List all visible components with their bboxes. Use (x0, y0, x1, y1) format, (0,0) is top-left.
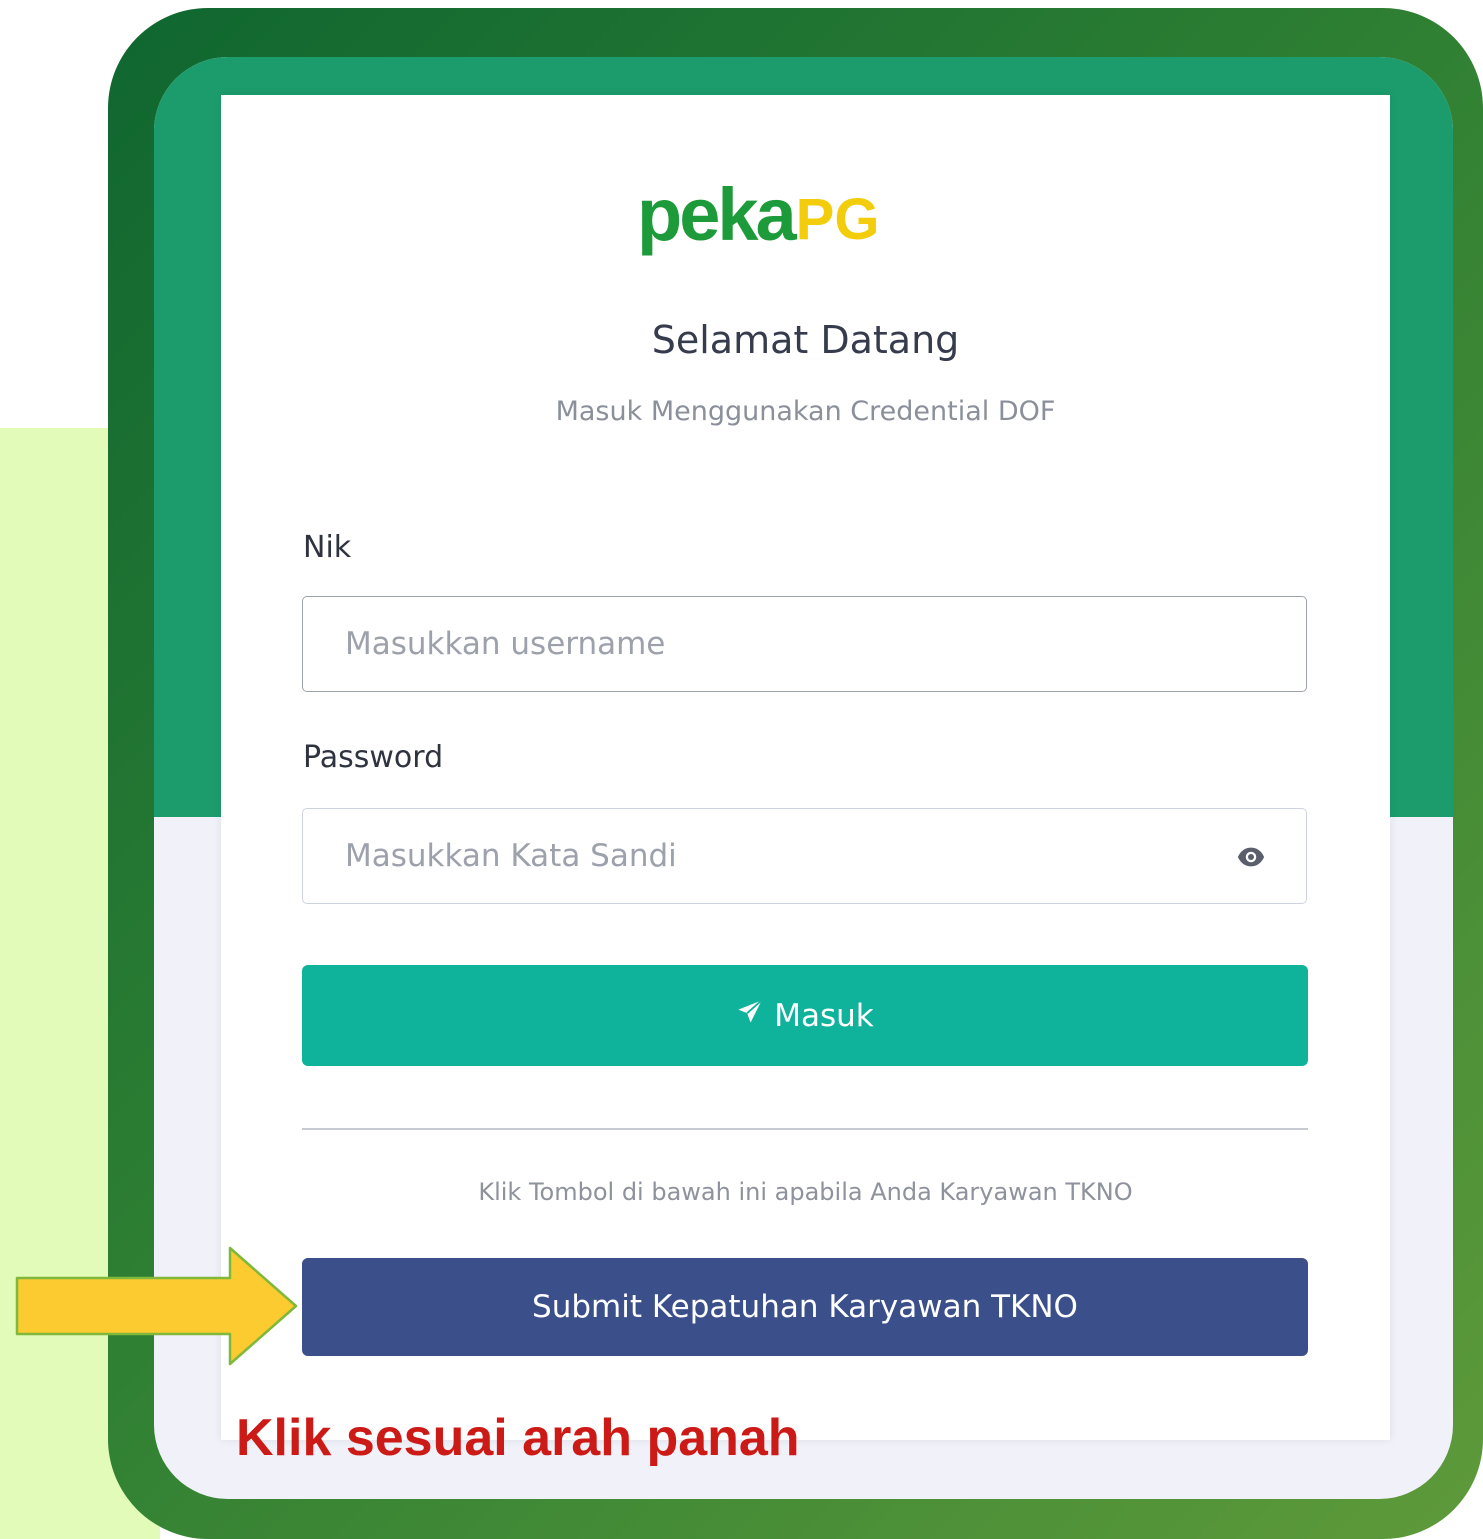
nik-input[interactable] (302, 596, 1307, 692)
submit-tkno-button[interactable]: Submit Kepatuhan Karyawan TKNO (302, 1258, 1308, 1356)
arrow-right-icon (15, 1246, 298, 1366)
page-subtitle: Masuk Menggunakan Credential DOF (555, 396, 1056, 427)
page-title: Selamat Datang (651, 318, 960, 362)
masuk-button[interactable]: Masuk (302, 965, 1308, 1066)
logo-text-pg: PG (795, 187, 880, 252)
password-label: Password (303, 740, 444, 775)
nik-label: Nik (303, 530, 352, 565)
pekapg-logo: peka PG (637, 162, 977, 252)
logo-text-peka: peka (637, 173, 797, 256)
divider (302, 1128, 1308, 1130)
send-icon (736, 998, 764, 1034)
eye-icon[interactable] (1233, 839, 1269, 875)
password-input[interactable] (302, 808, 1307, 904)
submit-tkno-button-label: Submit Kepatuhan Karyawan TKNO (532, 1289, 1078, 1325)
instruction-text: Klik sesuai arah panah (236, 1409, 800, 1467)
tkno-note: Klik Tombol di bawah ini apabila Anda Ka… (478, 1178, 1133, 1206)
masuk-button-label: Masuk (774, 997, 874, 1034)
